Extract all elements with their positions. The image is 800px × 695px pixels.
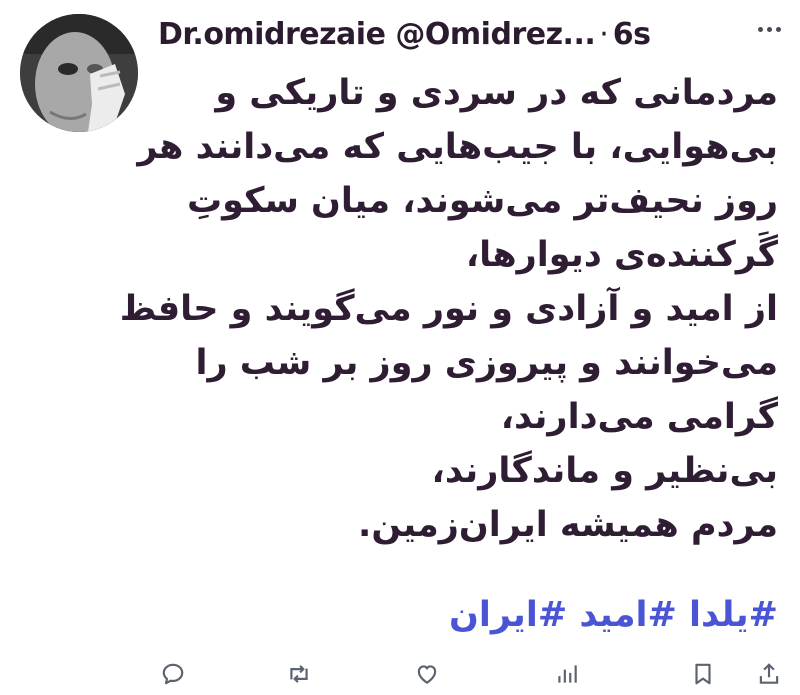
tweet-line: گَرکننده‌ی دیوارها،: [465, 235, 778, 275]
heart-icon: [417, 665, 437, 684]
tweet-line: از امید و آزادی و نور می‌گویند و حافظ: [119, 289, 778, 329]
profile-photo-icon: [20, 14, 138, 132]
tweet-line: بی‌هوایی، با جیب‌هایی که می‌دانند هر: [137, 127, 778, 167]
author-display-name[interactable]: Dr.omidrezaie: [158, 17, 386, 52]
avatar[interactable]: [20, 14, 138, 132]
reply-button[interactable]: [160, 661, 186, 687]
views-icon: [558, 665, 577, 683]
tweet-header: Dr.omidrezaie @Omidrez... · 6s: [158, 12, 738, 56]
bookmark-button[interactable]: [690, 661, 716, 687]
action-bar: [0, 655, 800, 695]
hashtag-link[interactable]: #امید: [579, 595, 677, 635]
tweet-line: روز نحیف‌تر می‌شوند، میان سکوتِ: [186, 181, 778, 221]
like-button[interactable]: [414, 661, 440, 687]
retweet-icon: [290, 665, 308, 683]
tweet-line: می‌خوانند و پیروزی روز بر شب را: [195, 343, 778, 383]
hashtag-row: #یلدا #امید #ایران: [158, 590, 778, 640]
tweet-line: گرامی می‌دارند،: [500, 397, 778, 437]
retweet-button[interactable]: [286, 661, 312, 687]
share-button[interactable]: [756, 661, 782, 687]
bookmark-icon: [695, 663, 711, 685]
hashtag-link[interactable]: #ایران: [449, 595, 567, 635]
tweet-text: مردمانی که در سردی و تاریکی و بی‌هوایی، …: [119, 66, 778, 552]
tweet-timestamp[interactable]: 6s: [613, 17, 651, 52]
tweet-line: مردم همیشه ایران‌زمین.: [358, 505, 778, 545]
header-separator: ·: [599, 16, 609, 52]
views-button[interactable]: [554, 661, 580, 687]
more-options-icon[interactable]: [758, 27, 781, 32]
tweet-line: بی‌نظیر و ماندگارند،: [431, 451, 778, 491]
hashtag-link[interactable]: #یلدا: [689, 595, 778, 635]
tweet-line: مردمانی که در سردی و تاریکی و: [215, 73, 778, 113]
share-icon: [759, 663, 779, 684]
author-handle[interactable]: @Omidrez...: [395, 17, 595, 52]
reply-icon: [162, 663, 184, 685]
